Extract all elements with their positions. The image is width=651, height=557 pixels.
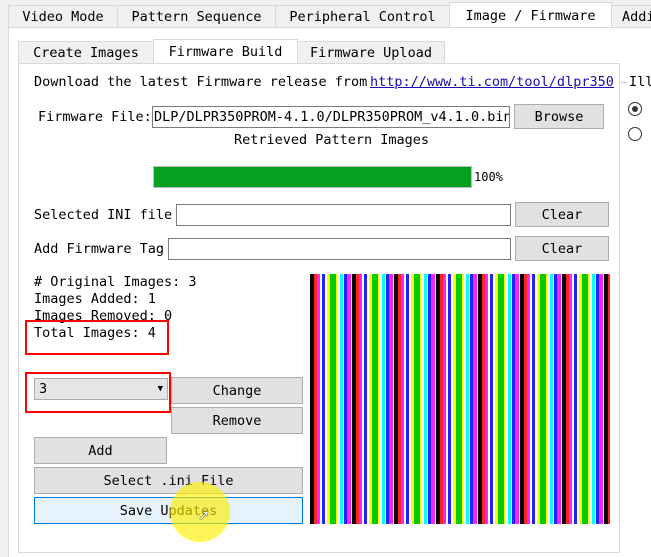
mouse-cursor-icon: ➚ <box>199 506 209 525</box>
tab-firmware-build[interactable]: Firmware Build <box>153 39 298 64</box>
clear-ini-button[interactable]: Clear <box>515 202 609 227</box>
save-updates-button[interactable]: Save Updates <box>34 497 303 524</box>
change-button[interactable]: Change <box>171 377 303 404</box>
download-link[interactable]: http://www.ti.com/tool/dlpr350 <box>370 74 614 90</box>
tab-video-mode[interactable]: Video Mode <box>8 5 118 28</box>
add-button[interactable]: Add <box>34 437 167 464</box>
image-index-dropdown[interactable]: 3 ▼ <box>34 378 168 400</box>
progress-fill <box>154 167 471 187</box>
ini-file-label: Selected INI file <box>34 207 173 223</box>
pattern-image-preview <box>310 274 610 524</box>
tab-additional[interactable]: Addi <box>611 5 651 28</box>
tab-image-firmware[interactable]: Image / Firmware <box>449 2 612 28</box>
ini-file-input[interactable] <box>176 204 511 226</box>
firmware-tag-input[interactable] <box>168 238 511 260</box>
groupbox-border <box>621 82 627 83</box>
radio-option-2[interactable] <box>628 127 642 141</box>
image-index-value: 3 <box>39 381 48 397</box>
images-added-count: Images Added: 1 <box>34 291 156 307</box>
clear-tag-button[interactable]: Clear <box>515 236 609 261</box>
dropdown-arrow-icon: ▼ <box>157 384 163 394</box>
firmware-file-input[interactable]: DLP/DLPR350PROM-4.1.0/DLPR350PROM_v4.1.0… <box>152 106 510 128</box>
firmware-file-label: Firmware File: <box>38 109 152 125</box>
progress-label: 100% <box>474 170 503 184</box>
tab-firmware-upload[interactable]: Firmware Upload <box>297 41 445 64</box>
tab-pattern-sequence[interactable]: Pattern Sequence <box>117 5 276 28</box>
retrieved-label: Retrieved Pattern Images <box>234 132 430 148</box>
total-images-count: Total Images: 4 <box>34 325 156 341</box>
download-text: Download the latest Firmware release fro… <box>34 74 368 90</box>
select-ini-button[interactable]: Select .ini File <box>34 467 303 494</box>
browse-button[interactable]: Browse <box>514 104 604 129</box>
radio-option-1[interactable] <box>628 102 642 116</box>
firmware-tag-label: Add Firmware Tag <box>34 241 165 257</box>
remove-button[interactable]: Remove <box>171 407 303 434</box>
progress-bar <box>153 166 472 188</box>
groupbox-title: Ill <box>629 74 651 90</box>
images-removed-count: Images Removed: 0 <box>34 308 173 324</box>
original-images-count: # Original Images: 3 <box>34 274 197 290</box>
tab-peripheral-control[interactable]: Peripheral Control <box>275 5 450 28</box>
tab-create-images[interactable]: Create Images <box>18 41 154 64</box>
